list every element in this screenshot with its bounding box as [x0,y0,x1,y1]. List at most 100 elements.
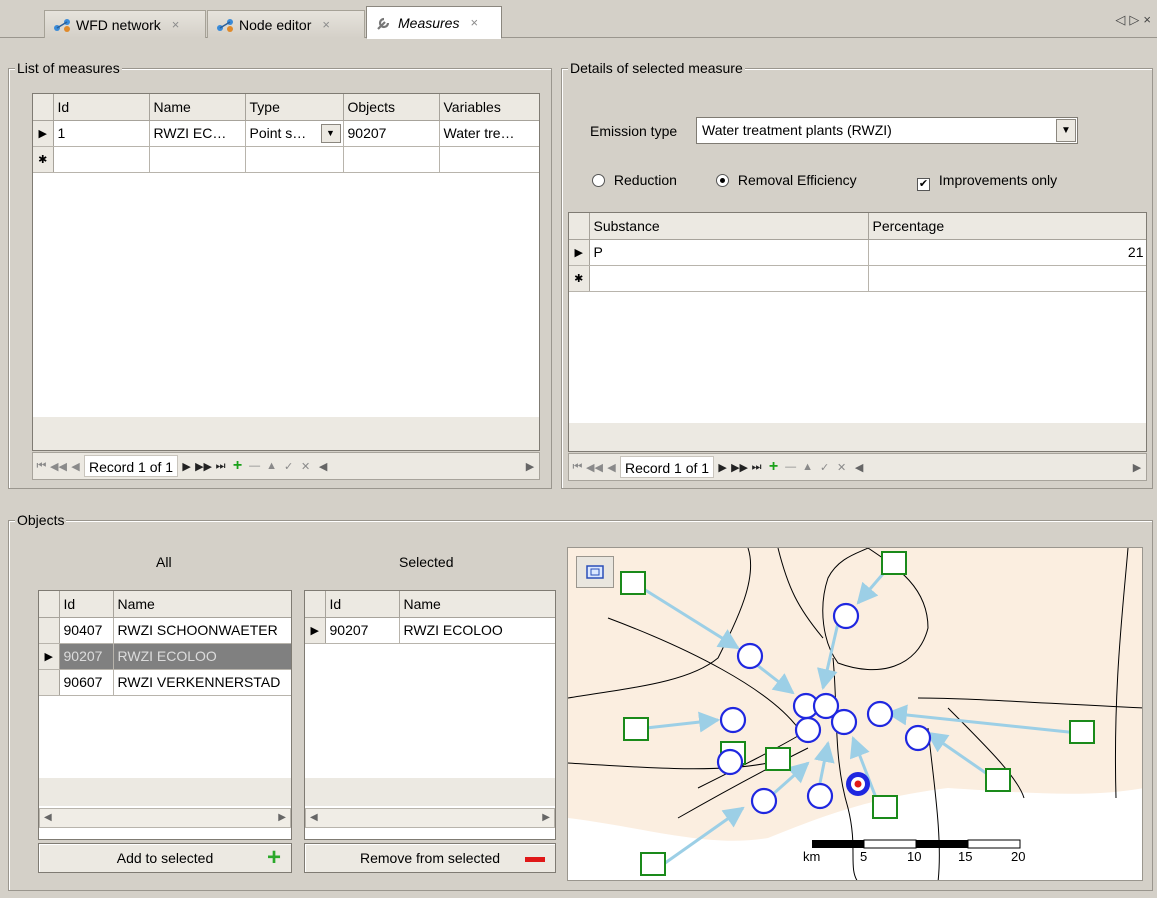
cell-name[interactable]: RWZI VERKENNERSTAD [113,669,291,696]
close-icon[interactable]: × [470,15,478,30]
improvements-only-checkbox[interactable]: ✔ Improvements only [917,172,1057,191]
cancel-icon[interactable]: ✕ [833,461,850,474]
radio-reduction[interactable]: Reduction [592,172,677,188]
chevron-down-icon[interactable]: ▼ [320,123,341,143]
cell-id[interactable]: 90207 [59,643,114,670]
scroll-left-icon[interactable]: ◀ [314,460,332,473]
cancel-icon[interactable]: ✕ [297,460,314,473]
selected-node-marker[interactable] [846,772,870,796]
prev-page-icon[interactable]: ◀◀ [586,461,603,474]
tab-navigation[interactable]: ◁▷× [1115,12,1155,28]
plus-icon: + [266,844,281,871]
column-header[interactable]: Variables [439,94,539,121]
cell-variables[interactable]: Water tre… [439,120,539,147]
column-header[interactable]: Name [149,94,246,121]
column-header[interactable]: Percentage [868,213,1146,240]
checkmark-icon: ✔ [917,178,930,191]
add-to-selected-button[interactable]: Add to selected + [38,843,292,873]
column-header[interactable]: Id [325,591,400,618]
zoom-extent-button[interactable] [576,556,614,588]
remove-from-selected-button[interactable]: Remove from selected [304,843,556,873]
table-row-selected[interactable]: ▶ 90207 RWZI ECOLOO [39,643,291,670]
measures-navigator: ⏮ ◀◀ ◀ Record 1 of 1 ▶ ▶▶ ⏭ + — ▲ ✓ ✕ ◀ … [32,452,540,480]
chevron-down-icon[interactable]: ▼ [1056,119,1076,142]
network-icon [217,18,233,32]
cell-id[interactable]: 90407 [59,617,114,644]
column-header[interactable]: Objects [343,94,440,121]
column-header[interactable]: Name [113,591,291,618]
confirm-icon[interactable]: ✓ [816,461,833,474]
measures-grid[interactable]: Id Name Type Objects Variables ▶ 1 RWZI … [32,93,540,451]
network-map[interactable]: km 5 10 15 20 [567,547,1143,881]
add-icon[interactable]: + [229,457,246,475]
tab-node-editor[interactable]: Node editor × [207,10,365,38]
scroll-right-icon[interactable]: ▶ [1128,461,1146,474]
prev-icon[interactable]: ◀ [67,460,84,473]
column-header[interactable]: Id [53,94,150,121]
horizontal-scrollbar[interactable]: ◀ ▶ [305,808,555,828]
first-icon[interactable]: ⏮ [569,461,586,474]
table-row[interactable]: ▶ P 21 [569,239,1146,266]
cell-id[interactable]: 90607 [59,669,114,696]
tab-measures[interactable]: Measures × [366,6,502,39]
close-icon[interactable]: × [172,17,180,32]
last-icon[interactable]: ⏭ [748,461,765,474]
last-icon[interactable]: ⏭ [212,460,229,473]
substance-grid[interactable]: Substance Percentage ▶ P 21 ✱ [568,212,1147,452]
button-label: Add to selected [116,850,214,866]
remove-icon[interactable]: — [246,460,263,472]
row-header [39,591,60,618]
cell-id[interactable]: 90207 [325,617,400,644]
column-header[interactable]: Id [59,591,114,618]
move-up-icon[interactable]: ▲ [263,460,280,472]
cell-id[interactable]: 1 [53,120,150,147]
row-header [569,213,590,240]
scroll-right-icon[interactable]: ▶ [278,812,286,823]
column-header[interactable]: Type [245,94,344,121]
add-icon[interactable]: + [765,458,782,476]
column-header[interactable]: Name [399,591,555,618]
scroll-right-icon[interactable]: ▶ [542,812,550,823]
prev-page-icon[interactable]: ◀◀ [50,460,67,473]
minus-icon [525,857,545,862]
selected-objects-grid[interactable]: Id Name ▶ 90207 RWZI ECOLOO ◀ ▶ [304,590,556,840]
next-page-icon[interactable]: ▶▶ [195,460,212,473]
selected-label: Selected [399,554,454,570]
table-row[interactable]: ▶ 90207 RWZI ECOLOO [305,617,555,644]
current-row-indicator: ▶ [569,239,590,266]
table-row[interactable]: 90407 RWZI SCHOONWAETER [39,617,291,644]
first-icon[interactable]: ⏮ [33,460,50,473]
cell-name[interactable]: RWZI EC… [149,120,246,147]
next-icon[interactable]: ▶ [178,460,195,473]
scale-label: 15 [958,849,973,864]
next-page-icon[interactable]: ▶▶ [731,461,748,474]
radio-removal-efficiency[interactable]: Removal Efficiency [716,172,857,188]
tab-wfd-network[interactable]: WFD network × [44,10,206,38]
table-row[interactable]: 90607 RWZI VERKENNERSTAD [39,669,291,696]
cell-name[interactable]: RWZI ECOLOO [113,643,291,670]
new-row[interactable]: ✱ [33,146,539,173]
all-objects-grid[interactable]: Id Name 90407 RWZI SCHOONWAETER ▶ 90207 … [38,590,292,840]
cell-type[interactable]: Point s… ▼ [245,120,344,147]
scroll-left-icon[interactable]: ◀ [310,812,318,823]
confirm-icon[interactable]: ✓ [280,460,297,473]
column-header[interactable]: Substance [589,213,869,240]
cell-objects[interactable]: 90207 [343,120,440,147]
emission-type-select[interactable]: Water treatment plants (RWZI) ▼ [696,117,1078,144]
tab-label: WFD network [76,16,161,33]
new-row[interactable]: ✱ [569,265,1146,292]
cell-percentage[interactable]: 21 [868,239,1146,266]
cell-substance[interactable]: P [589,239,869,266]
cell-name[interactable]: RWZI SCHOONWAETER [113,617,291,644]
close-icon[interactable]: × [322,17,330,32]
remove-icon[interactable]: — [782,461,799,473]
horizontal-scrollbar[interactable]: ◀ ▶ [39,808,291,828]
table-row[interactable]: ▶ 1 RWZI EC… Point s… ▼ 90207 Water tre… [33,120,539,147]
move-up-icon[interactable]: ▲ [799,461,816,473]
scroll-left-icon[interactable]: ◀ [850,461,868,474]
next-icon[interactable]: ▶ [714,461,731,474]
cell-name[interactable]: RWZI ECOLOO [399,617,555,644]
scroll-right-icon[interactable]: ▶ [521,460,539,473]
scroll-left-icon[interactable]: ◀ [44,812,52,823]
prev-icon[interactable]: ◀ [603,461,620,474]
